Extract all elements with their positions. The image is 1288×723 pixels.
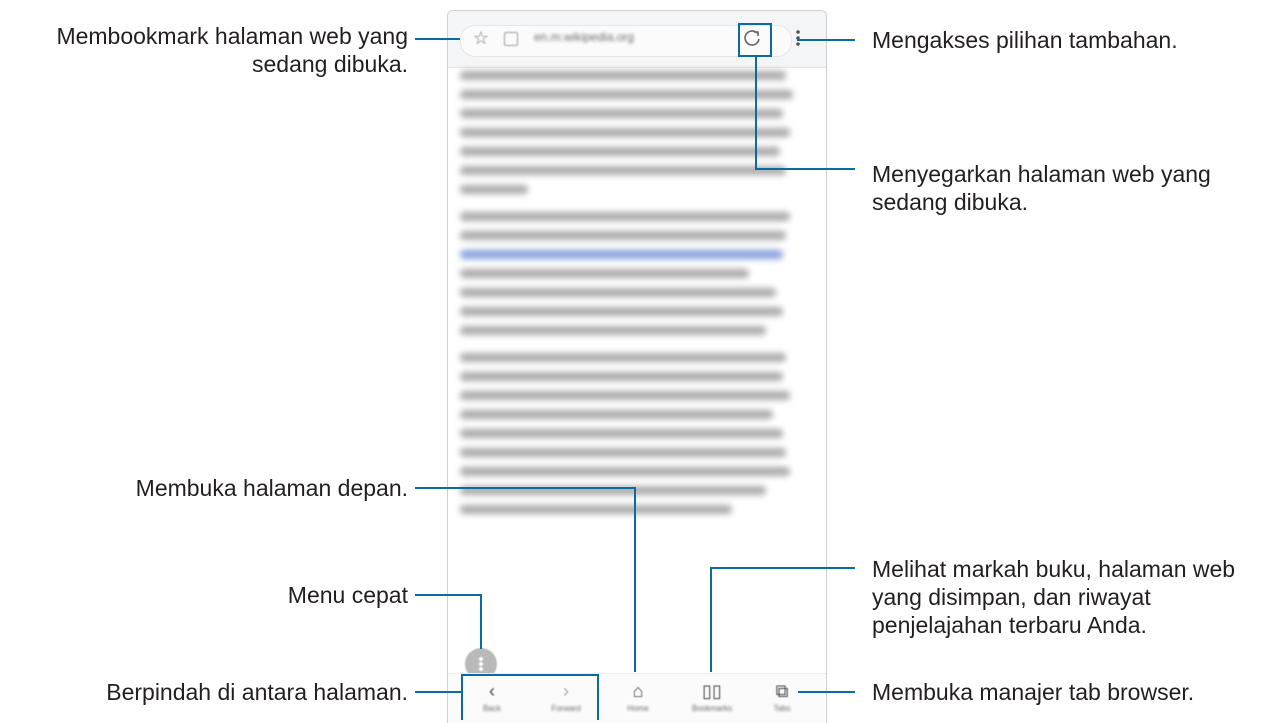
- callout-bookmark: Membookmark halaman web yang sedang dibu…: [56, 23, 408, 77]
- callout-line: [797, 39, 855, 41]
- callout-home: Membuka halaman depan.: [135, 475, 408, 501]
- callout-bookmarks: Melihat markah buku, halaman web yang di…: [872, 556, 1236, 638]
- callout-line: [710, 567, 712, 672]
- callout-line: [415, 487, 635, 489]
- callout-quick-menu: Menu cepat: [287, 582, 408, 608]
- page-content-blurred: [460, 71, 800, 532]
- lock-icon: [504, 32, 518, 46]
- callout-line: [798, 691, 855, 693]
- callout-line: [415, 594, 481, 596]
- callout-line: [755, 57, 757, 170]
- callout-line: [480, 594, 482, 649]
- paragraph: [460, 212, 800, 335]
- home-icon: ⌂: [632, 681, 644, 701]
- callout-more-options: Mengakses pilihan tambahan.: [872, 27, 1178, 53]
- callout-navigate: Berpindah di antara halaman.: [106, 679, 408, 705]
- callout-line: [710, 567, 855, 569]
- callout-line: [755, 168, 855, 170]
- callout-tabs: Membuka manajer tab browser.: [872, 679, 1195, 705]
- star-icon[interactable]: ☆: [470, 27, 492, 49]
- callout-line: [415, 38, 460, 40]
- refresh-highlight: [738, 23, 772, 57]
- browser-screenshot: ☆ en.m.wikipedia.org ‹ Back › Forward ⌂ …: [447, 10, 827, 723]
- paragraph: [460, 71, 800, 194]
- url-text[interactable]: en.m.wikipedia.org: [534, 30, 634, 44]
- callout-line: [415, 691, 461, 693]
- tabs-button[interactable]: ⧉ Tabs: [752, 680, 812, 723]
- paragraph: [460, 353, 800, 514]
- navigation-highlight: [461, 674, 599, 720]
- more-options-icon[interactable]: [791, 27, 805, 49]
- bookmarks-icon: ▯▯: [702, 681, 722, 701]
- callout-refresh: Menyegarkan halaman web yang sedang dibu…: [872, 161, 1211, 215]
- callout-line: [634, 487, 636, 672]
- home-button[interactable]: ⌂ Home: [608, 680, 668, 723]
- bookmarks-button[interactable]: ▯▯ Bookmarks: [682, 680, 742, 723]
